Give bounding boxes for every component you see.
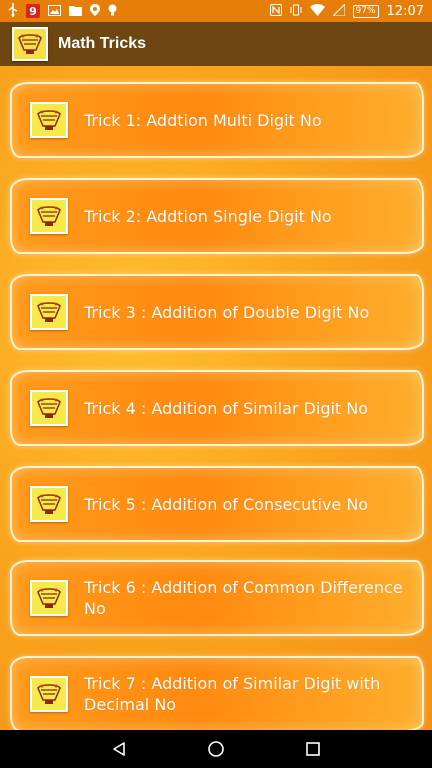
usb-icon	[8, 3, 18, 19]
vibrate-icon	[290, 4, 302, 18]
status-time: 12:07	[386, 3, 424, 19]
trick-item[interactable]: Trick 3 : Addition of Double Digit No	[10, 274, 424, 350]
folder-icon	[69, 5, 82, 18]
trick-label: Trick 2: Addtion Single Digit No	[84, 206, 332, 226]
recents-button[interactable]	[295, 734, 331, 764]
math-tricks-logo-icon	[30, 486, 68, 522]
math-tricks-logo-icon	[30, 390, 68, 426]
trick-item[interactable]: Trick 1: Addtion Multi Digit No	[10, 82, 424, 158]
back-icon	[112, 742, 125, 756]
location-icon	[90, 4, 100, 18]
trick-label: Trick 7 : Addition of Similar Digit with…	[84, 674, 381, 714]
trick-label: Trick 3 : Addition of Double Digit No	[84, 302, 370, 322]
wifi-icon	[309, 4, 325, 18]
math-tricks-logo-icon	[12, 27, 48, 61]
navigation-bar	[0, 730, 432, 768]
back-button[interactable]	[101, 734, 137, 764]
battery-indicator: 97%	[352, 4, 379, 18]
trick-label: Trick 5 : Addition of Consecutive No	[84, 494, 369, 514]
trick-label: Trick 6 : Addition of Common Difference …	[84, 578, 403, 618]
trick-item[interactable]: Trick 6 : Addition of Common Difference …	[10, 560, 424, 636]
math-tricks-logo-icon	[30, 676, 68, 712]
status-bar-right: 97% 12:07	[269, 2, 424, 19]
math-tricks-logo-icon	[30, 198, 68, 234]
app-bar: Math Tricks	[0, 22, 432, 66]
nfc-icon	[269, 4, 282, 18]
page-title: Math Tricks	[58, 35, 147, 52]
math-tricks-logo-icon	[30, 102, 68, 138]
math-tricks-logo-icon	[30, 580, 68, 616]
home-button[interactable]	[198, 734, 234, 764]
status-bar-left: 9	[8, 3, 117, 19]
lightbulb-icon	[108, 4, 117, 18]
image-icon	[48, 4, 61, 18]
trick-item[interactable]: Trick 7 : Addition of Similar Digit with…	[10, 656, 424, 730]
status-bar: 9 97% 12:07	[0, 0, 432, 22]
recents-icon	[306, 742, 321, 756]
trick-list: Trick 1: Addtion Multi Digit No Trick 2:…	[0, 66, 432, 730]
math-tricks-logo-icon	[30, 294, 68, 330]
trick-label: Trick 4 : Addition of Similar Digit No	[84, 398, 369, 418]
notification-badge: 9	[26, 4, 40, 18]
home-icon	[208, 741, 224, 757]
trick-item[interactable]: Trick 2: Addtion Single Digit No	[10, 178, 424, 254]
signal-icon	[331, 2, 346, 18]
trick-label: Trick 1: Addtion Multi Digit No	[84, 110, 322, 130]
trick-item[interactable]: Trick 5 : Addition of Consecutive No	[10, 466, 424, 542]
trick-item[interactable]: Trick 4 : Addition of Similar Digit No	[10, 370, 424, 446]
